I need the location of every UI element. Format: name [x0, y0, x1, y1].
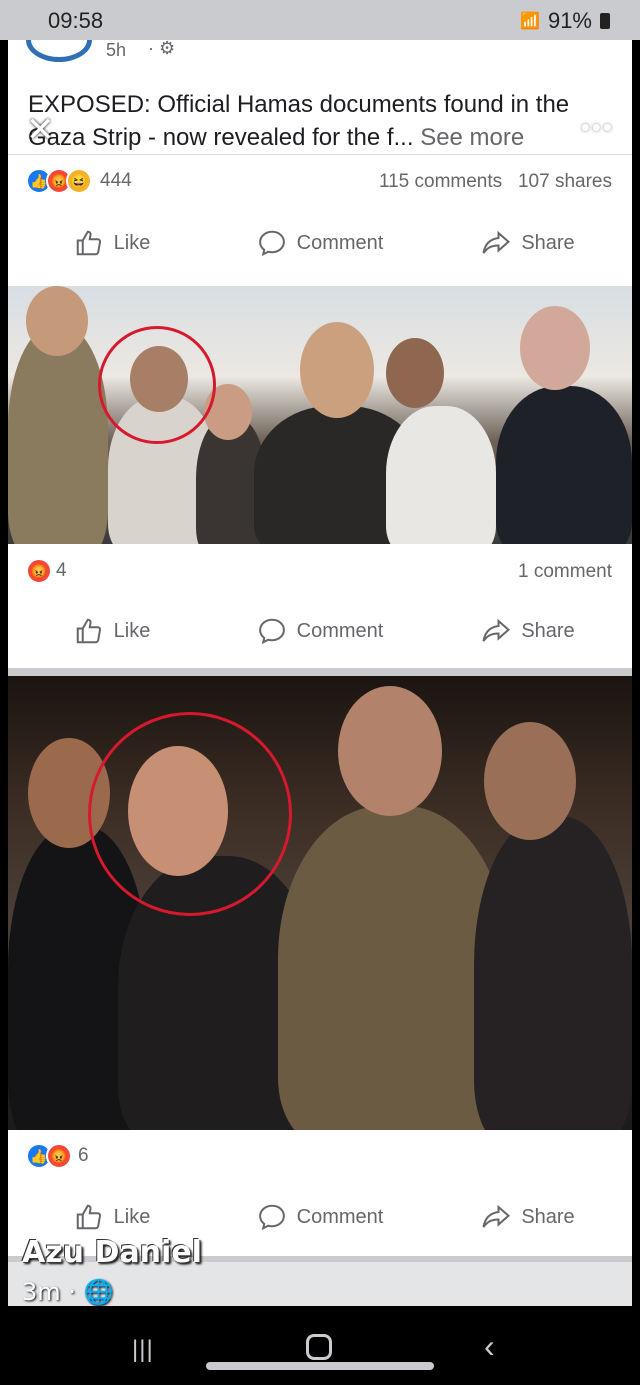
like-label: Like [113, 231, 151, 254]
person-figure [474, 816, 632, 1130]
reaction-count: 6 [78, 1145, 89, 1166]
reaction-count: 4 [56, 560, 67, 581]
share-label: Share [521, 231, 575, 254]
person-figure [496, 386, 632, 544]
home-icon[interactable] [306, 1334, 332, 1360]
status-icons: 📶 91% [520, 8, 610, 34]
gesture-pill[interactable] [206, 1362, 434, 1370]
wifi-icon: 📶 [520, 13, 540, 30]
photo-1-footer: 😡 4 1 comment Like Comment Share [8, 544, 632, 668]
photo-1-actions: Like Comment Share [8, 606, 632, 656]
person-head [484, 722, 576, 840]
like-button[interactable]: Like [8, 228, 216, 258]
share-button[interactable]: Share [424, 1202, 632, 1232]
comment-label: Comment [296, 1205, 384, 1228]
angry-reaction-icon: 😡 [46, 1143, 72, 1169]
like-button[interactable]: Like [8, 616, 216, 646]
battery-percent: 91% [547, 8, 592, 33]
person-head [520, 306, 590, 390]
divider [8, 154, 632, 155]
like-label: Like [113, 619, 151, 642]
share-label: Share [521, 619, 575, 642]
comments-count[interactable]: 115 comments [379, 171, 502, 192]
highlight-circle [88, 712, 292, 916]
comment-button[interactable]: Comment [216, 616, 424, 646]
share-icon [482, 618, 511, 642]
highlight-circle [98, 326, 216, 444]
photo-2-reactions[interactable]: 👍 😡 6 [26, 1143, 89, 1169]
share-button[interactable]: Share [424, 228, 632, 258]
share-icon [482, 230, 511, 254]
share-icon [482, 1204, 511, 1228]
see-more-link[interactable]: See more [420, 124, 524, 151]
privacy-gear-icon: · ⚙ [148, 40, 176, 58]
share-label: Share [521, 1205, 575, 1228]
shares-count[interactable]: 107 shares [518, 171, 612, 192]
person-head [338, 686, 442, 816]
post-text: EXPOSED: Official Hamas documents found … [28, 88, 618, 154]
photo-2[interactable] [8, 676, 632, 1130]
post-card: 5h · ⚙ EXPOSED: Official Hamas documents… [8, 40, 632, 318]
like-icon [76, 1204, 101, 1230]
status-time: 09:58 [48, 8, 104, 33]
person-head [300, 322, 374, 418]
photo-1-comments[interactable]: 1 comment [518, 561, 612, 583]
post-stats: 115 comments 107 shares [379, 171, 612, 193]
back-icon[interactable]: ‹ [484, 1328, 495, 1365]
person-head [386, 338, 444, 408]
page-avatar[interactable] [26, 40, 92, 62]
creator-time: 3m · 🌐 [22, 1278, 113, 1306]
globe-icon: · 🌐 [68, 1278, 114, 1306]
post-reactions[interactable]: 👍 😡 😆 444 [26, 168, 132, 194]
photo-1-reactions[interactable]: 😡 4 [26, 558, 67, 584]
like-label: Like [113, 1205, 151, 1228]
comment-icon [258, 618, 285, 645]
more-options-icon[interactable]: ••• [581, 112, 614, 143]
person-figure [8, 326, 108, 544]
recent-apps-icon[interactable]: ||| [132, 1336, 154, 1364]
like-icon [76, 230, 101, 256]
comment-label: Comment [296, 231, 384, 254]
like-button[interactable]: Like [8, 1202, 216, 1232]
close-icon[interactable]: ✕ [26, 110, 55, 150]
status-bar: 09:58 📶 91% [0, 0, 640, 40]
overlay-time-text: 3m [22, 1278, 61, 1306]
haha-reaction-icon: 😆 [66, 168, 92, 194]
reaction-count: 444 [100, 170, 132, 191]
person-head [26, 286, 88, 356]
comment-button[interactable]: Comment [216, 1202, 424, 1232]
feed[interactable]: 5h · ⚙ EXPOSED: Official Hamas documents… [8, 40, 632, 1306]
comment-label: Comment [296, 619, 384, 642]
person-figure [386, 406, 496, 544]
post-time: 5h [106, 40, 127, 60]
post-actions: Like Comment Share [8, 218, 632, 268]
battery-icon [600, 13, 610, 29]
creator-name[interactable]: Azu Daniel [22, 1235, 202, 1270]
like-icon [76, 618, 101, 644]
comment-icon [258, 1204, 285, 1231]
angry-reaction-icon: 😡 [26, 558, 52, 584]
photo-1[interactable] [8, 286, 632, 544]
comment-icon [258, 230, 285, 257]
comment-button[interactable]: Comment [216, 228, 424, 258]
share-button[interactable]: Share [424, 616, 632, 646]
system-nav-bar: ||| ‹ [0, 1306, 640, 1385]
